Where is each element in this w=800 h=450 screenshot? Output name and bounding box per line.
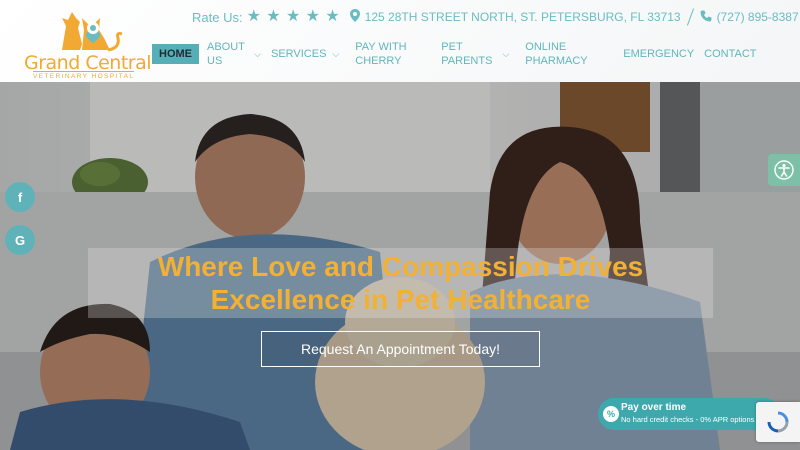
nav-home-label: HOME xyxy=(159,48,192,60)
logo-subtitle: VETERINARY HOSPITAL xyxy=(33,71,135,80)
accessibility-button[interactable] xyxy=(768,154,800,186)
recaptcha-icon xyxy=(767,411,789,433)
request-appointment-button[interactable]: Request An Appointment Today! xyxy=(261,331,540,367)
top-info-bar: Rate Us: ★ ★ ★ ★ ★ 125 28TH STREET NORTH… xyxy=(192,8,799,26)
cherry-subtitle: No hard credit checks - 0% APR options xyxy=(621,415,755,424)
nav-about-label: ABOUT US xyxy=(207,41,245,67)
star-icon[interactable]: ★ xyxy=(306,8,320,25)
nav-online-pharmacy[interactable]: ONLINE PHARMACY xyxy=(517,39,615,69)
cherry-title: Pay over time xyxy=(621,402,687,413)
divider xyxy=(686,8,694,26)
site-logo[interactable]: Grand Central VETERINARY HOSPITAL xyxy=(22,4,162,80)
hero-headline: Where Love and Compassion Drives Excelle… xyxy=(88,250,713,316)
nav-contact-label: CONTACT xyxy=(704,48,757,60)
star-icon[interactable]: ★ xyxy=(286,8,300,25)
nav-services[interactable]: SERVICES ⌵ xyxy=(269,39,347,69)
phone-link[interactable]: (727) 895-8387 xyxy=(717,10,799,24)
rate-us-label[interactable]: Rate Us: xyxy=(192,10,243,25)
site-header: Grand Central VETERINARY HOSPITAL Rate U… xyxy=(0,0,800,82)
nav-contact[interactable]: CONTACT xyxy=(702,39,764,69)
nav-pet-parents-label: PET PARENTS xyxy=(441,41,493,67)
chevron-down-icon[interactable]: ⌵ xyxy=(502,47,509,61)
nav-pharmacy-label: ONLINE PHARMACY xyxy=(525,41,588,67)
nav-pet-parents[interactable]: PET PARENTS ⌵ xyxy=(433,39,517,69)
hero-section: Where Love and Compassion Drives Excelle… xyxy=(0,82,800,450)
google-icon[interactable]: G xyxy=(5,225,35,255)
percent-icon: % xyxy=(603,406,619,422)
cherry-pay-widget[interactable]: % Pay over time No hard credit checks - … xyxy=(598,398,780,430)
star-icon[interactable]: ★ xyxy=(247,8,261,25)
headline-line-2: Excellence in Pet Healthcare xyxy=(210,284,591,315)
chevron-down-icon[interactable]: ⌵ xyxy=(254,47,261,61)
nav-about-us[interactable]: ABOUT US ⌵ xyxy=(199,39,269,69)
accessibility-icon xyxy=(774,160,794,180)
nav-home[interactable]: HOME xyxy=(152,44,199,64)
nav-emergency-label: EMERGENCY xyxy=(623,48,695,60)
rating-stars[interactable]: ★ ★ ★ ★ ★ xyxy=(247,9,342,25)
star-icon[interactable]: ★ xyxy=(266,8,280,25)
nav-pay-with-cherry[interactable]: PAY WITH CHERRY xyxy=(347,39,433,69)
headline-line-1: Where Love and Compassion Drives xyxy=(157,251,644,282)
facebook-icon[interactable]: f xyxy=(5,182,35,212)
address-link[interactable]: 125 28TH STREET NORTH, ST. PETERSBURG, F… xyxy=(365,10,681,24)
phone-icon xyxy=(700,10,712,25)
map-pin-icon xyxy=(349,9,360,25)
star-icon[interactable]: ★ xyxy=(325,8,339,25)
nav-emergency[interactable]: EMERGENCY xyxy=(615,39,702,69)
chevron-down-icon[interactable]: ⌵ xyxy=(332,47,339,61)
nav-services-label: SERVICES xyxy=(271,48,327,60)
recaptcha-badge[interactable] xyxy=(756,402,800,442)
nav-cherry-label: PAY WITH CHERRY xyxy=(355,41,407,67)
main-nav: HOME ABOUT US ⌵ SERVICES ⌵ PAY WITH CHERRY… xyxy=(152,38,765,70)
